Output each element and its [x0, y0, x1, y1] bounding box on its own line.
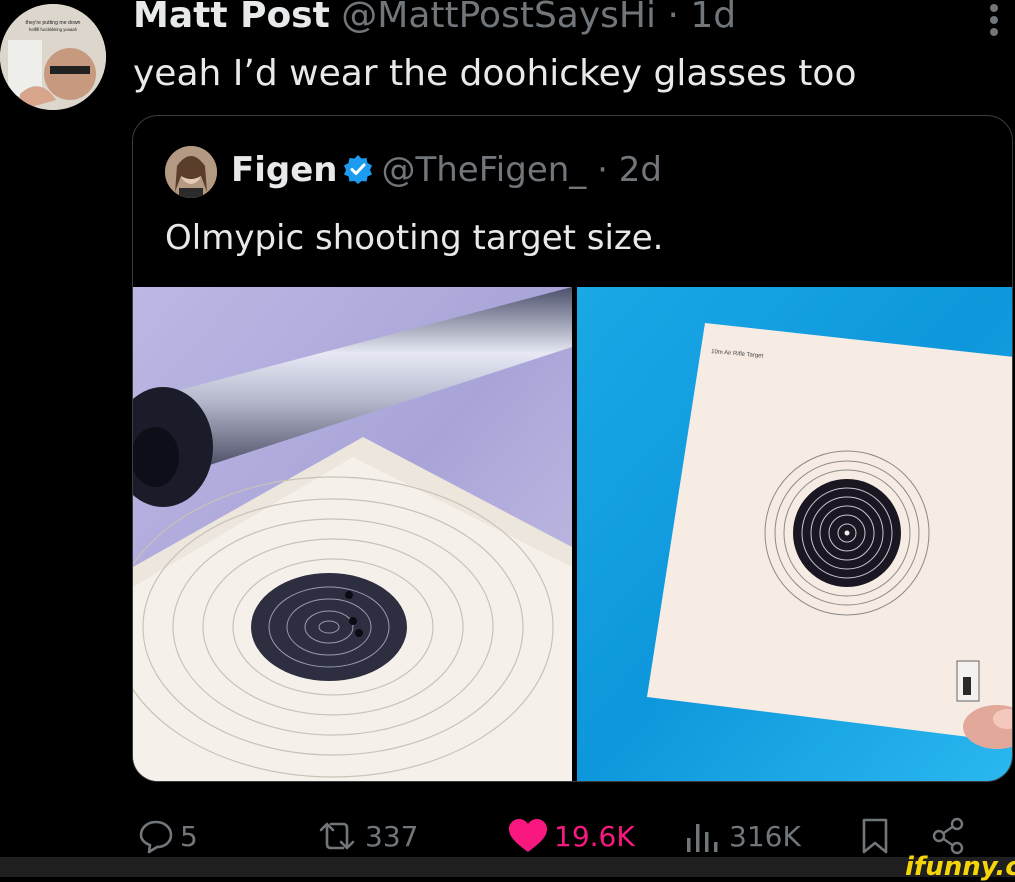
quote-author-avatar[interactable]	[165, 146, 217, 198]
author-name[interactable]: Matt Post	[133, 0, 330, 36]
media-image-rifle-target[interactable]	[133, 287, 572, 781]
views-button[interactable]: 316K	[681, 814, 801, 858]
like-count: 19.6K	[554, 819, 635, 853]
quote-text: Olmypic shooting target size.	[165, 218, 664, 258]
tweet-timestamp[interactable]: 1d	[690, 0, 736, 36]
tweet-text: yeah I’d wear the doohickey glasses too	[133, 53, 857, 94]
quoted-tweet-card[interactable]: Figen @TheFigen_ · 2d Olmypic shooting ta…	[132, 115, 1013, 782]
like-button[interactable]: 19.6K	[506, 814, 635, 858]
retweet-count: 337	[365, 819, 419, 853]
quote-separator: ·	[597, 150, 608, 190]
tweet-header: Matt Post @MattPostSaysHi · 1d	[133, 0, 736, 38]
quote-author-handle[interactable]: @TheFigen_	[381, 150, 586, 190]
bookmark-button[interactable]	[858, 814, 896, 858]
reply-button[interactable]: 5	[136, 814, 198, 858]
retweet-button[interactable]: 337	[313, 814, 418, 858]
reply-icon	[139, 820, 173, 854]
quote-timestamp[interactable]: 2d	[619, 150, 662, 190]
media-image-target-card[interactable]: 10m Air Rifle Target	[577, 287, 1012, 781]
avatar-caption-line2: hellllll fucckkkking yeaaah	[29, 27, 78, 32]
header-separator: ·	[667, 0, 679, 36]
share-icon	[932, 817, 964, 855]
quote-header: Figen @TheFigen_ · 2d	[231, 148, 662, 192]
quote-author-name[interactable]: Figen	[231, 150, 337, 190]
author-avatar[interactable]: they're putting me down hellllll fucckkk…	[0, 4, 106, 110]
heart-icon	[509, 819, 547, 852]
retweet-icon	[319, 822, 355, 850]
more-vertical-icon[interactable]	[982, 2, 1006, 42]
reply-count: 5	[180, 819, 198, 853]
verified-badge-icon	[343, 151, 373, 184]
views-bar-chart-icon	[687, 824, 718, 852]
author-handle[interactable]: @MattPostSaysHi	[341, 0, 656, 36]
ifunny-watermark: ifunny.co	[905, 852, 1015, 882]
bottom-bar	[0, 857, 1015, 877]
views-count: 316K	[729, 819, 801, 853]
bookmark-icon	[862, 818, 888, 854]
avatar-caption-line1: they're putting me down	[26, 20, 81, 26]
